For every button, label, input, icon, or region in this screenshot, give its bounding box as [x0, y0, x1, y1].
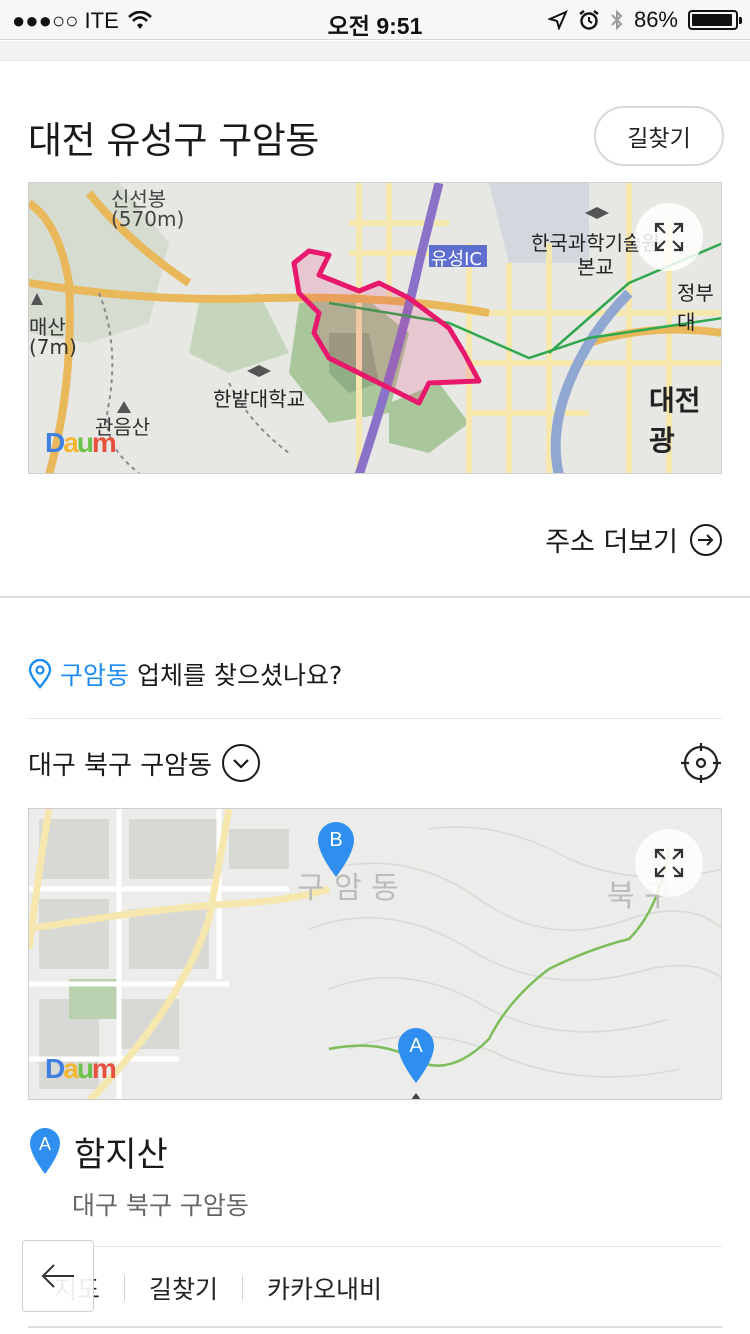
location-pin-icon: [28, 659, 52, 689]
map-marker-a[interactable]: A: [395, 1025, 437, 1085]
arrow-right-icon: [690, 523, 722, 556]
question-accent: 구암동: [60, 661, 130, 690]
area-map[interactable]: 신선봉 (570m) 유성IC 한국과학기술원 본교 한밭대학교 관음산 매산 …: [28, 182, 722, 474]
action-route[interactable]: 길찾기: [149, 1270, 218, 1306]
business-question[interactable]: 구암동 업체를 찾으셨나요?: [28, 656, 342, 692]
action-separator: [242, 1275, 244, 1301]
place-address: 대구 북구 구암동: [72, 1191, 249, 1220]
alarm-icon: [579, 10, 599, 30]
map-marker-b[interactable]: B: [315, 819, 357, 879]
route-button[interactable]: 길찾기: [594, 106, 724, 166]
section-gap: [0, 41, 750, 61]
chevron-down-icon: [221, 744, 260, 782]
expand-icon: [654, 848, 684, 878]
battery-percent: 86%: [633, 7, 678, 32]
location-arrow-icon: [547, 10, 568, 30]
daum-logo: Daum: [45, 1053, 117, 1084]
region-selector[interactable]: 대구 북구 구암동: [28, 744, 260, 782]
row-divider: [28, 718, 722, 719]
status-right: 86%: [547, 7, 742, 33]
more-address-label: 주소 더보기: [545, 527, 678, 558]
result-map-graphic: [29, 809, 721, 1099]
map-label: 본교: [577, 255, 614, 279]
map-label: 유성IC: [431, 249, 482, 270]
map-label: 한밭대학교: [213, 387, 305, 411]
back-button[interactable]: [22, 1240, 94, 1312]
section-divider: [0, 596, 750, 598]
page-title: 대전 유성구 구암동: [28, 119, 319, 162]
arrow-left-icon: [41, 1264, 74, 1288]
expand-map-button[interactable]: [635, 203, 703, 271]
place-name: 함지산: [74, 1134, 168, 1175]
place-result[interactable]: A 함지산: [28, 1126, 168, 1176]
search-result-map[interactable]: 구 암 동 북 구 B A Daum: [28, 808, 722, 1100]
action-kakaonavi[interactable]: 카카오내비: [267, 1270, 382, 1306]
status-bar: ●●●○○ ITE 오전 9:51 86%: [0, 0, 750, 40]
battery-icon: [688, 10, 742, 30]
expand-map-button[interactable]: [635, 829, 703, 897]
daum-logo: Daum: [45, 427, 117, 458]
expand-icon: [654, 222, 684, 252]
more-address-link[interactable]: 주소 더보기: [545, 520, 722, 559]
question-text: 업체를 찾으셨나요?: [137, 661, 343, 690]
place-marker: A: [28, 1126, 62, 1176]
current-location-button[interactable]: [680, 742, 722, 784]
row-divider: [28, 1246, 722, 1247]
map-label: 정부대: [677, 281, 714, 334]
bluetooth-icon: [611, 9, 623, 31]
place-marker-label: A: [38, 1134, 51, 1154]
map-label: (7m): [29, 335, 77, 359]
action-separator: [124, 1275, 126, 1301]
map-label: (570m): [111, 207, 185, 231]
marker-b-label: B: [329, 829, 343, 851]
map-label: 대전광: [649, 384, 701, 457]
region-label: 대구 북구 구암동: [28, 750, 212, 781]
marker-a-label: A: [409, 1035, 423, 1057]
bottom-divider: [28, 1326, 722, 1328]
place-actions: 지도 길찾기 카카오내비: [28, 1270, 722, 1306]
